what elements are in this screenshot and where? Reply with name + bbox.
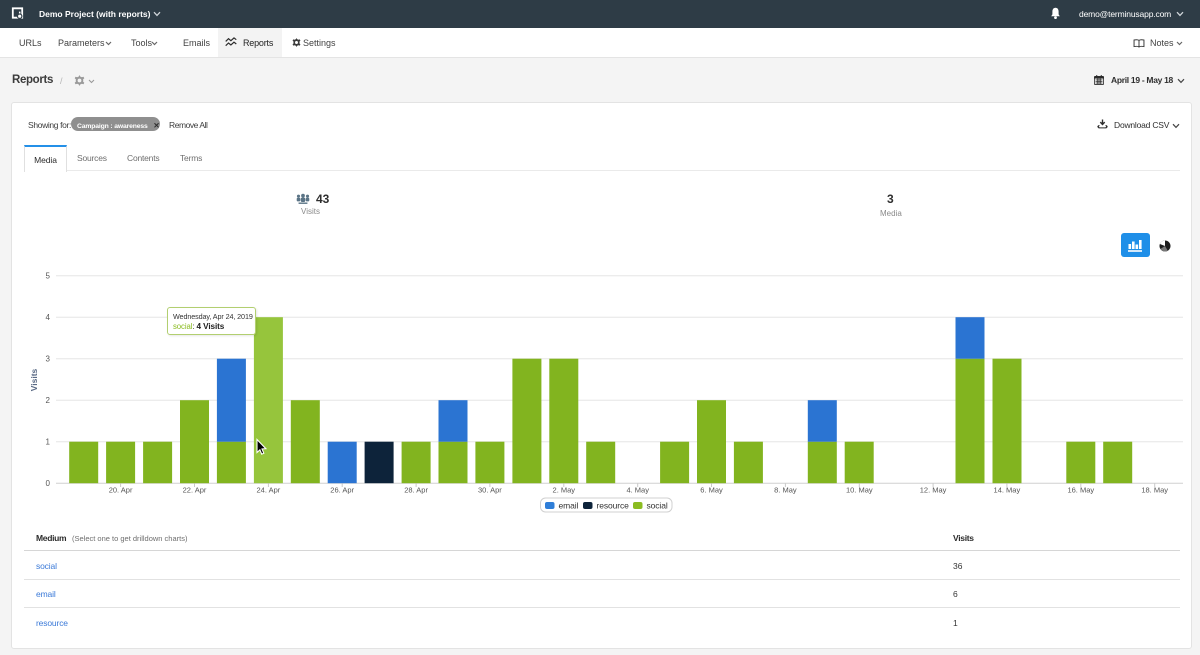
svg-text:3: 3 bbox=[46, 355, 51, 364]
svg-text:18. May: 18. May bbox=[1141, 486, 1168, 495]
svg-text:8. May: 8. May bbox=[774, 486, 797, 495]
svg-text:24. Apr: 24. Apr bbox=[257, 486, 281, 495]
svg-text:email: email bbox=[559, 501, 579, 511]
svg-text:5: 5 bbox=[46, 272, 51, 281]
svg-text:6. May: 6. May bbox=[700, 486, 723, 495]
svg-text:0: 0 bbox=[46, 479, 51, 488]
svg-text:resource: resource bbox=[597, 501, 630, 511]
svg-text:16. May: 16. May bbox=[1067, 486, 1094, 495]
svg-text:4: 4 bbox=[46, 313, 51, 322]
svg-text:20. Apr: 20. Apr bbox=[109, 486, 133, 495]
svg-text:2. May: 2. May bbox=[553, 486, 576, 495]
svg-text:14. May: 14. May bbox=[994, 486, 1021, 495]
svg-text:Visits: Visits bbox=[29, 368, 39, 391]
svg-text:26. Apr: 26. Apr bbox=[330, 486, 354, 495]
svg-text:social: social bbox=[647, 501, 668, 511]
svg-text:1: 1 bbox=[46, 438, 51, 447]
svg-text:30. Apr: 30. Apr bbox=[478, 486, 502, 495]
svg-text:28. Apr: 28. Apr bbox=[404, 486, 428, 495]
svg-text:4. May: 4. May bbox=[626, 486, 649, 495]
svg-text:22. Apr: 22. Apr bbox=[183, 486, 207, 495]
svg-text:2: 2 bbox=[46, 396, 51, 405]
svg-text:10. May: 10. May bbox=[846, 486, 873, 495]
svg-text:12. May: 12. May bbox=[920, 486, 947, 495]
